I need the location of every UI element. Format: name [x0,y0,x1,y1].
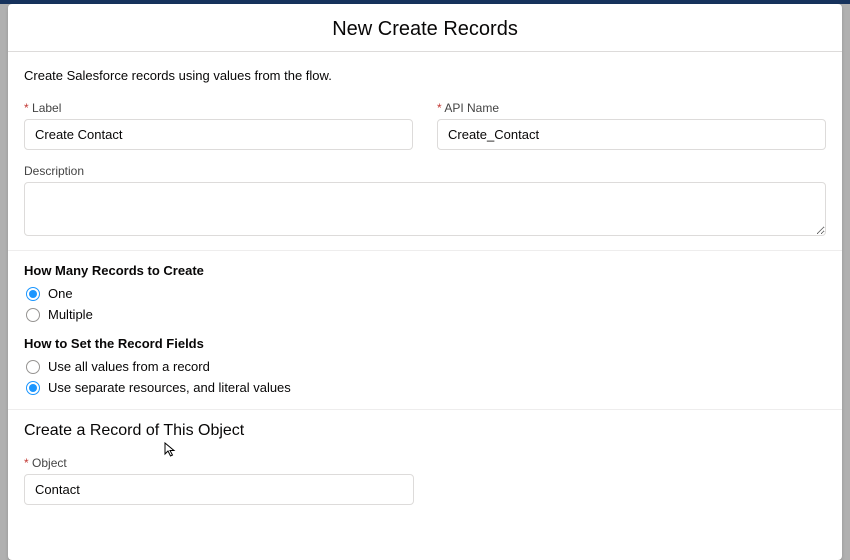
object-field-label: * Object [24,456,414,470]
section-divider [8,409,842,410]
radio-label: One [48,286,73,301]
radio-icon [26,308,40,322]
how-many-radio-group: One Multiple [24,286,826,322]
instruction-text: Create Salesforce records using values f… [24,68,826,83]
modal-body: Create Salesforce records using values f… [8,52,842,560]
radio-option-one[interactable]: One [24,286,826,301]
label-input[interactable] [24,119,413,150]
radio-icon [26,287,40,301]
label-field-label: * Label [24,101,413,115]
api-name-field-label: * API Name [437,101,826,115]
radio-option-use-separate[interactable]: Use separate resources, and literal valu… [24,380,826,395]
radio-icon [26,381,40,395]
modal-title: New Create Records [8,18,842,41]
description-textarea[interactable] [24,182,826,236]
how-set-heading: How to Set the Record Fields [24,336,826,351]
radio-label: Use separate resources, and literal valu… [48,380,291,395]
object-input[interactable] [24,474,414,505]
radio-label: Multiple [48,307,93,322]
how-many-heading: How Many Records to Create [24,263,826,278]
create-record-heading: Create a Record of This Object [24,422,826,440]
radio-label: Use all values from a record [48,359,210,374]
radio-icon [26,360,40,374]
how-set-radio-group: Use all values from a record Use separat… [24,359,826,395]
radio-option-multiple[interactable]: Multiple [24,307,826,322]
new-create-records-modal: New Create Records Create Salesforce rec… [8,4,842,560]
description-field-label: Description [24,164,826,178]
modal-header: New Create Records [8,4,842,52]
radio-option-use-record[interactable]: Use all values from a record [24,359,826,374]
api-name-input[interactable] [437,119,826,150]
section-divider [8,250,842,251]
